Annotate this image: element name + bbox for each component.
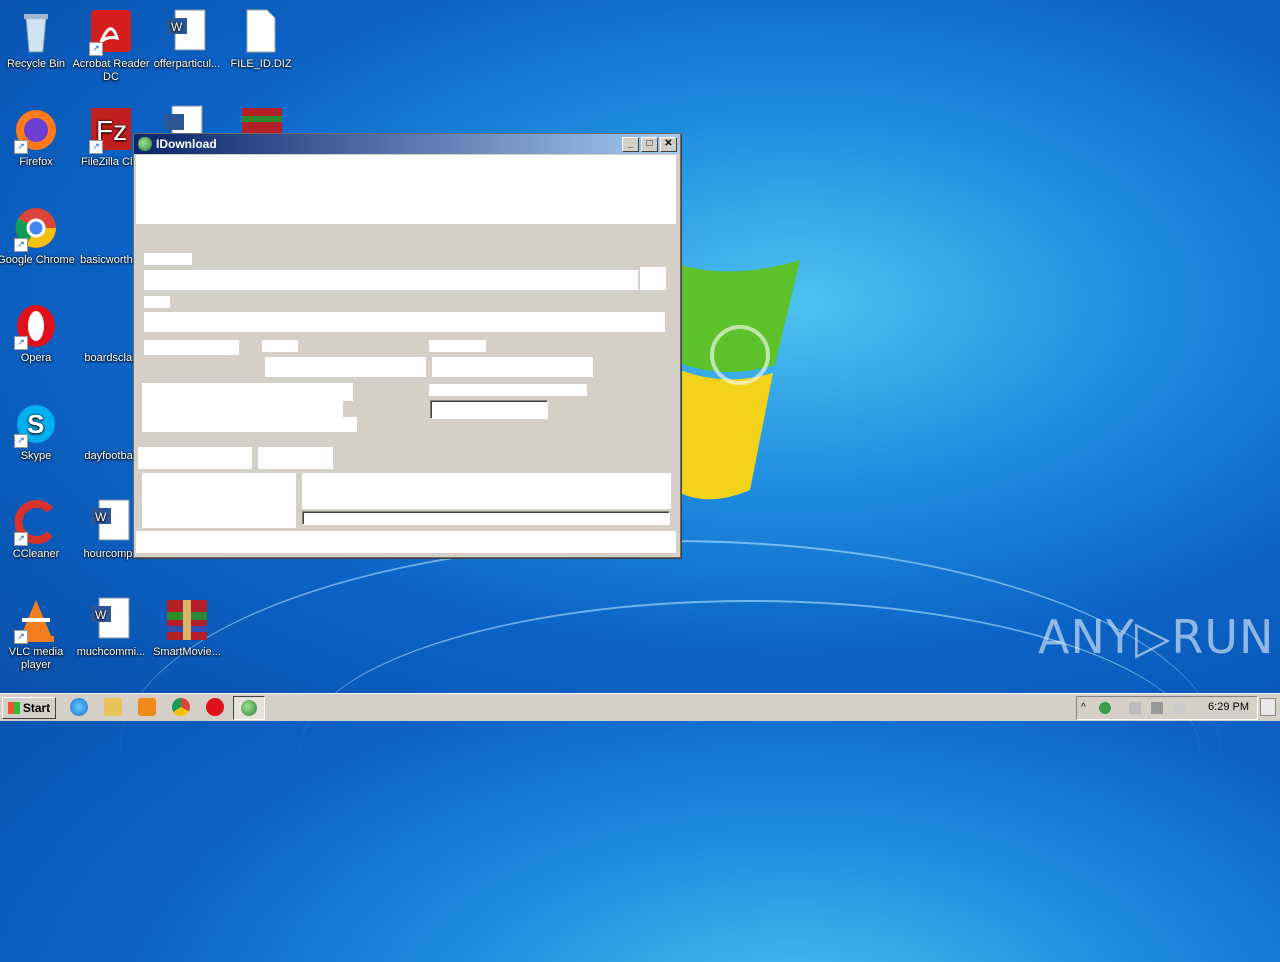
desktop-icon-smartmovie[interactable]: SmartMovie... — [147, 596, 227, 659]
blank-label — [144, 253, 192, 265]
start-button[interactable]: Start — [2, 697, 56, 719]
blank-field[interactable] — [144, 312, 665, 332]
acrobat-icon: ↗ — [87, 8, 135, 56]
blank-label — [262, 340, 298, 352]
minimize-button[interactable]: _ — [622, 136, 639, 152]
system-tray: ^ 6:29 PM — [1076, 696, 1258, 720]
recycle-bin-icon — [12, 8, 60, 56]
status-bar — [136, 531, 676, 553]
vlc-icon: ↗ — [12, 596, 60, 644]
desktop-icon-skype[interactable]: S ↗ Skype — [0, 400, 76, 463]
flag-icon[interactable] — [1173, 702, 1185, 714]
windows-flag-icon — [7, 702, 20, 714]
desktop-icon-file-id-diz[interactable]: FILE_ID.DIZ — [221, 8, 301, 71]
desktop-icon-acrobat[interactable]: ↗ Acrobat Reader DC — [71, 8, 151, 84]
blank-input[interactable] — [430, 400, 548, 419]
desktop-icon-chrome[interactable]: ↗ Google Chrome — [0, 204, 76, 267]
word-doc-icon — [87, 302, 135, 350]
blank-file-icon — [237, 8, 285, 56]
blank-panel — [302, 473, 671, 509]
clock[interactable]: 6:29 PM — [1208, 701, 1249, 713]
svg-text:S: S — [27, 409, 44, 439]
blank-panel — [142, 417, 357, 432]
chrome-icon: ↗ — [12, 204, 60, 252]
close-button[interactable]: ✕ — [660, 136, 677, 152]
word-doc-icon — [87, 204, 135, 252]
word-doc-icon: W — [87, 498, 135, 546]
blank-label — [144, 296, 170, 308]
blank-field[interactable] — [432, 357, 593, 377]
blank-panel — [142, 401, 343, 417]
media-player-icon[interactable] — [138, 698, 156, 716]
word-doc-icon — [87, 400, 135, 448]
window-title: IDownload — [156, 137, 217, 151]
progress-bar — [302, 511, 670, 525]
network-globe-icon[interactable] — [1099, 702, 1111, 714]
chrome-taskbar-icon[interactable] — [172, 698, 190, 716]
desktop: { "desktop_icons": [ {"label": "Recycle … — [0, 0, 1280, 721]
blank-label — [429, 340, 486, 352]
desktop-icon-offerparticul[interactable]: W offerparticul... — [147, 8, 227, 71]
blank-field[interactable] — [144, 270, 638, 290]
globe-icon — [241, 700, 257, 716]
taskbar: Start ^ 6:29 PM — [0, 693, 1280, 721]
svg-text:W: W — [95, 608, 107, 622]
anyrun-watermark: ANY▷RUN — [1038, 610, 1275, 664]
blank-button[interactable] — [640, 267, 666, 290]
desktop-icon-firefox[interactable]: ↗ Firefox — [0, 106, 76, 169]
filezilla-icon: Fz ↗ — [87, 106, 135, 154]
maximize-button[interactable]: □ — [641, 136, 658, 152]
skype-icon: S ↗ — [12, 400, 60, 448]
blank-field[interactable] — [265, 357, 426, 377]
idownload-task[interactable] — [233, 696, 265, 720]
word-doc-icon: W — [87, 596, 135, 644]
blank-tab[interactable] — [258, 447, 333, 469]
winrar-icon — [163, 596, 211, 644]
opera-taskbar-icon[interactable] — [206, 698, 224, 716]
desktop-icon-ccleaner[interactable]: ↗ CCleaner — [0, 498, 76, 561]
blank-panel — [142, 473, 296, 528]
speaker-icon[interactable] — [1129, 702, 1141, 714]
show-desktop-button[interactable] — [1260, 698, 1276, 716]
title-bar[interactable]: IDownload _ □ ✕ — [134, 134, 680, 154]
desktop-icon-muchcommi[interactable]: W muchcommi... — [71, 596, 151, 659]
desktop-icon-vlc[interactable]: ↗ VLC media player — [0, 596, 76, 672]
blank-label — [429, 384, 587, 396]
globe-icon — [138, 137, 152, 151]
desktop-icon-opera[interactable]: ↗ Opera — [0, 302, 76, 365]
ccleaner-icon: ↗ — [12, 498, 60, 546]
svg-text:W: W — [171, 20, 183, 34]
svg-text:W: W — [95, 510, 107, 524]
idownload-window[interactable]: IDownload _ □ ✕ — [133, 133, 681, 558]
word-doc-icon: W — [163, 8, 211, 56]
opera-icon: ↗ — [12, 302, 60, 350]
monitor-icon[interactable] — [1151, 702, 1163, 714]
header-banner — [136, 155, 676, 224]
explorer-icon[interactable] — [104, 698, 122, 716]
desktop-icon-recycle-bin[interactable]: Recycle Bin — [0, 8, 76, 71]
ie-icon[interactable] — [70, 698, 88, 716]
blank-label — [144, 340, 239, 355]
blank-tab[interactable] — [138, 447, 252, 469]
firefox-icon: ↗ — [12, 106, 60, 154]
blank-panel — [142, 383, 353, 401]
chevron-up-icon[interactable]: ^ — [1081, 702, 1093, 714]
